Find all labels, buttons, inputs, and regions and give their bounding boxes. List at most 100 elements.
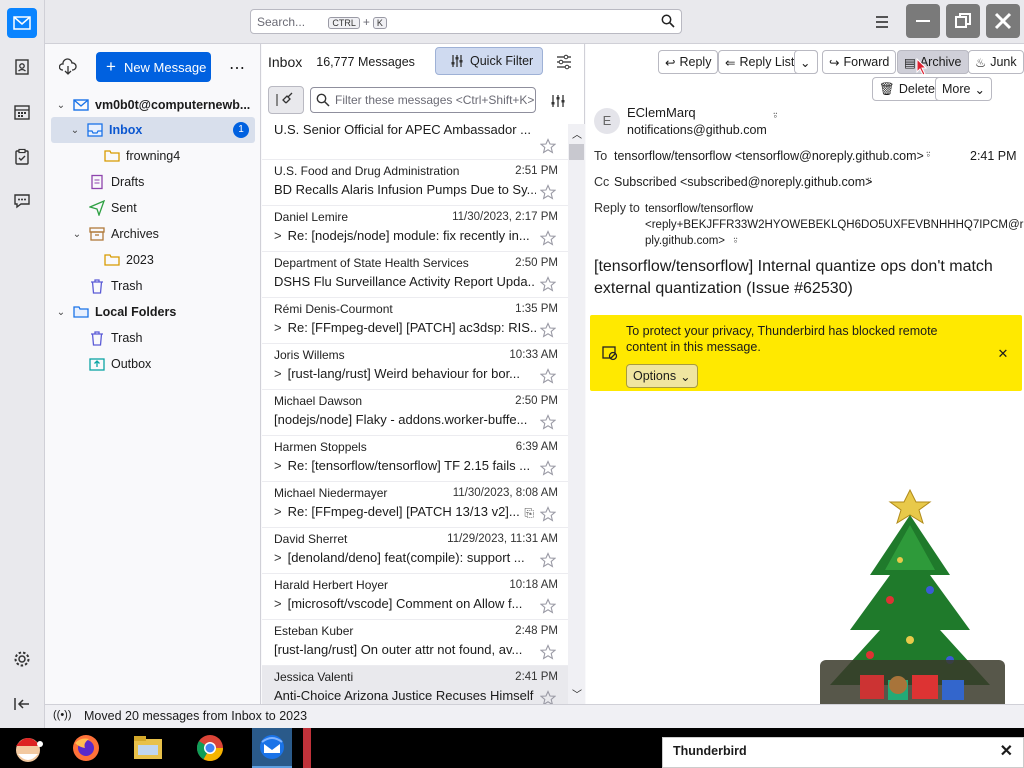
message-row[interactable]: Rémi Denis-Courmont 1:35 PM > Re: [FFmpeg-d…	[262, 298, 568, 344]
filter-options-icon[interactable]	[550, 94, 566, 111]
message-list-scrollbar[interactable]: ︿ ﹀	[568, 124, 585, 704]
scroll-down-icon[interactable]: ﹀	[572, 686, 582, 701]
star-icon[interactable]	[540, 230, 556, 246]
thread-chevron-icon[interactable]: >	[274, 550, 282, 565]
thread-chevron-icon[interactable]: >	[274, 458, 282, 473]
thunderbird-taskbar-icon[interactable]	[252, 728, 292, 768]
sender-email[interactable]: notifications@github.com	[627, 123, 767, 137]
firefox-icon[interactable]	[66, 728, 106, 768]
star-icon[interactable]	[540, 644, 556, 660]
collapse-sidebar-icon[interactable]	[8, 690, 36, 718]
message-row[interactable]: U.S. Senior Official for APEC Ambassador…	[262, 124, 568, 160]
folder-frowning4[interactable]: frowning4	[104, 143, 180, 169]
message-row[interactable]: Harald Herbert Hoyer 10:18 AM > [microsoft/…	[262, 574, 568, 620]
star-icon[interactable]	[540, 506, 556, 522]
folder-local-trash[interactable]: Trash	[89, 325, 143, 351]
message-subject-text: U.S. Senior Official for APEC Ambassador…	[274, 124, 531, 137]
tasks-icon[interactable]	[8, 143, 36, 171]
desktop-notification[interactable]: Thunderbird ✕	[662, 737, 1024, 768]
mail-space-icon[interactable]	[7, 8, 37, 38]
to-value[interactable]: tensorflow/tensorflow <tensorflow@norepl…	[614, 149, 924, 163]
start-button[interactable]	[8, 728, 48, 768]
app-menu-icon[interactable]	[872, 12, 892, 32]
search-icon[interactable]	[661, 14, 675, 28]
chevron-down-icon[interactable]: ⌄	[55, 307, 67, 318]
thread-chevron-icon[interactable]: >	[274, 320, 282, 335]
more-button[interactable]: More ⌄	[935, 77, 992, 101]
thread-chevron-icon[interactable]: >	[274, 596, 282, 611]
chevron-down-icon[interactable]: ⌄	[55, 100, 67, 111]
account-row[interactable]: ⌄ vm0b0t@computernewb...	[55, 92, 255, 118]
filter-messages-input[interactable]: Filter these messages <Ctrl+Shift+K>	[310, 87, 536, 113]
star-icon[interactable]	[540, 322, 556, 338]
folder-inbox[interactable]: ⌄ Inbox 1	[51, 117, 255, 143]
restore-button[interactable]	[946, 4, 980, 38]
reply-list-dropdown[interactable]: ⌄	[794, 50, 818, 74]
folder-sent[interactable]: Sent	[89, 195, 137, 221]
sender-name[interactable]: EClemMarq	[627, 105, 696, 120]
chrome-icon[interactable]	[190, 728, 230, 768]
message-row[interactable]: U.S. Food and Drug Administration 2:51 PM…	[262, 160, 568, 206]
add-contact-icon[interactable]: ⍤	[732, 235, 739, 247]
folder-2023[interactable]: 2023	[104, 247, 154, 273]
scrollbar-thumb[interactable]	[569, 144, 584, 160]
quick-filter-button[interactable]: Quick Filter	[435, 47, 543, 75]
list-display-options-icon[interactable]	[556, 54, 572, 73]
sticky-filter-toggle[interactable]	[268, 86, 304, 114]
global-search-input[interactable]: Search... CTRL + K	[250, 9, 682, 34]
add-contact-icon[interactable]: ⍤	[772, 110, 779, 123]
address-book-icon[interactable]	[8, 53, 36, 81]
thread-chevron-icon[interactable]: >	[274, 366, 282, 381]
close-notification-button[interactable]: ✕	[992, 343, 1014, 365]
message-row[interactable]: Jessica Valenti 2:41 PM Anti-Choice Arizon…	[262, 666, 568, 704]
chat-icon[interactable]	[8, 187, 36, 215]
delete-button[interactable]: 🗑 Delete	[872, 77, 943, 101]
star-icon[interactable]	[540, 276, 556, 292]
close-window-button[interactable]	[986, 4, 1020, 38]
message-row[interactable]: Michael Niedermayer 11/30/2023, 8:08 AM > R…	[262, 482, 568, 528]
thread-chevron-icon[interactable]: >	[274, 228, 282, 243]
star-icon[interactable]	[540, 414, 556, 430]
star-icon[interactable]	[540, 690, 556, 704]
folder-pane-menu-icon[interactable]: ⋯	[229, 58, 246, 78]
reply-to-value[interactable]: tensorflow/tensorflow <reply+BEKJFFR33W2…	[645, 201, 1024, 249]
star-icon[interactable]	[540, 598, 556, 614]
folder-drafts[interactable]: Drafts	[89, 169, 144, 195]
chevron-down-icon[interactable]: ⌄	[69, 125, 81, 136]
message-row[interactable]: Daniel Lemire 11/30/2023, 2:17 PM > Re: [no…	[262, 206, 568, 252]
scroll-up-icon[interactable]: ︿	[572, 126, 582, 141]
local-folders-row[interactable]: ⌄ Local Folders	[55, 299, 255, 325]
minimize-button[interactable]	[906, 4, 940, 38]
folder-trash[interactable]: Trash	[89, 273, 143, 299]
forward-button[interactable]: ↪ Forward	[822, 50, 897, 74]
thread-chevron-icon[interactable]: >	[274, 504, 282, 519]
message-row[interactable]: Department of State Health Services 2:50 …	[262, 252, 568, 298]
add-contact-icon[interactable]: ⍤	[866, 175, 873, 188]
star-icon[interactable]	[540, 552, 556, 568]
message-row[interactable]: Harmen Stoppels 6:39 AM > Re: [tensorflow/t…	[262, 436, 568, 482]
options-button[interactable]: Options ⌄	[626, 364, 698, 388]
star-icon[interactable]	[540, 368, 556, 384]
add-contact-icon[interactable]: ⍤	[925, 149, 932, 162]
folder-archives[interactable]: ⌄ Archives	[71, 221, 159, 247]
message-row[interactable]: Michael Dawson 2:50 PM [nodejs/node] Flaky…	[262, 390, 568, 436]
message-row[interactable]: David Sherret 11/29/2023, 11:31 AM > [denol…	[262, 528, 568, 574]
folder-outbox[interactable]: Outbox	[89, 351, 151, 377]
settings-gear-icon[interactable]	[8, 645, 36, 673]
new-message-button[interactable]: + New Message	[96, 52, 211, 82]
star-icon[interactable]	[540, 184, 556, 200]
archive-button[interactable]: ▤ Archive	[897, 50, 969, 74]
star-icon[interactable]	[540, 138, 556, 154]
cc-value[interactable]: Subscribed <subscribed@noreply.github.co…	[614, 175, 872, 189]
message-row[interactable]: Joris Willems 10:33 AM > [rust-lang/rust] W…	[262, 344, 568, 390]
star-icon[interactable]	[540, 460, 556, 476]
get-messages-icon[interactable]	[58, 58, 77, 79]
online-status-icon[interactable]: ((•))	[53, 709, 72, 721]
file-manager-icon[interactable]	[128, 728, 168, 768]
message-row[interactable]: Esteban Kuber 2:48 PM [rust-lang/rust] On …	[262, 620, 568, 666]
close-notification-icon[interactable]: ✕	[1000, 741, 1013, 761]
junk-button[interactable]: ♨ Junk	[968, 50, 1024, 74]
calendar-icon[interactable]	[8, 98, 36, 126]
chevron-down-icon[interactable]: ⌄	[71, 229, 83, 240]
reply-button[interactable]: ↩ Reply	[658, 50, 719, 74]
